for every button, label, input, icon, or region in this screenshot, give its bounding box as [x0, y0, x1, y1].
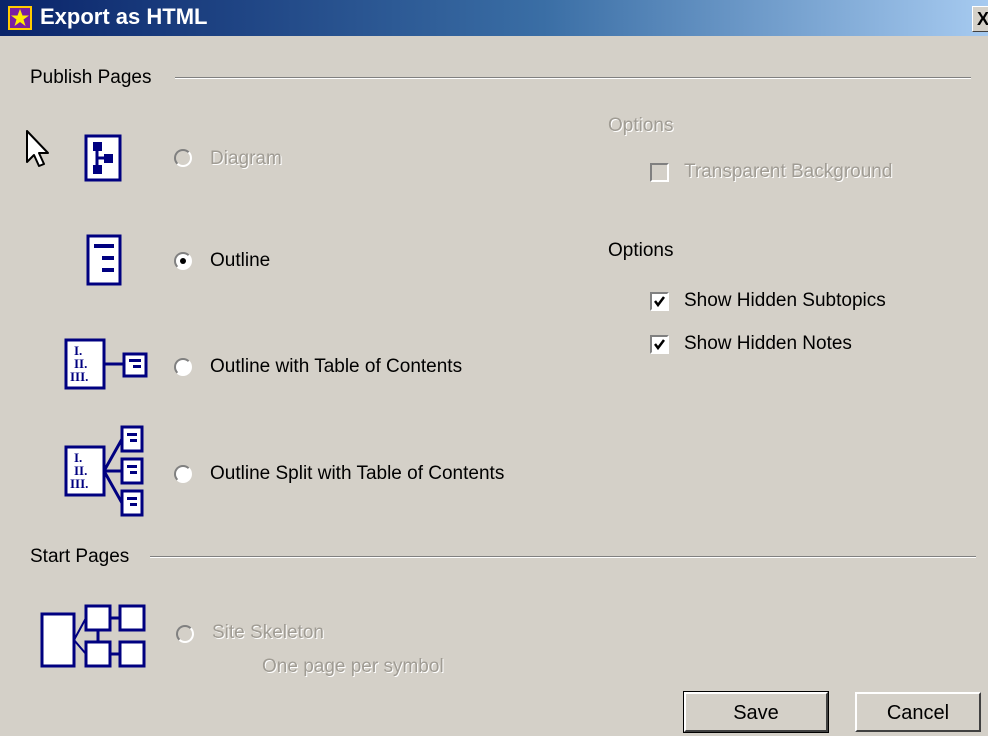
transparent-background-checkbox[interactable]: [650, 163, 669, 182]
site-skeleton-label: Site Skeleton: [212, 622, 324, 643]
diagram-page-icon: [84, 134, 122, 188]
publish-pages-separator: [175, 77, 971, 79]
start-pages-heading: Start Pages: [30, 546, 130, 567]
start-pages-separator: [150, 556, 976, 558]
title-bar[interactable]: Export as HTML X: [0, 0, 988, 36]
show-hidden-subtopics-label: Show Hidden Subtopics: [684, 290, 886, 311]
outline-toc-icon: I. II. III.: [64, 338, 152, 396]
diagram-radio[interactable]: [174, 149, 192, 167]
svg-text:III.: III.: [70, 369, 88, 384]
outline-split-toc-radio[interactable]: [174, 465, 192, 483]
diagram-options-heading: Options: [608, 115, 674, 136]
show-hidden-notes-checkbox[interactable]: [650, 335, 669, 354]
show-hidden-notes-label: Show Hidden Notes: [684, 333, 852, 354]
svg-text:III.: III.: [70, 476, 88, 491]
outline-split-toc-icon: I. II. III.: [64, 425, 152, 525]
diagram-label: Diagram: [210, 148, 282, 169]
publish-pages-heading: Publish Pages: [30, 67, 152, 88]
transparent-background-label: Transparent Background: [684, 161, 893, 182]
outline-toc-radio[interactable]: [174, 358, 192, 376]
mouse-cursor-icon: [26, 130, 50, 174]
outline-radio[interactable]: [174, 252, 192, 270]
outline-toc-label: Outline with Table of Contents: [210, 356, 463, 377]
site-skeleton-radio[interactable]: [176, 625, 194, 643]
site-skeleton-icon: [40, 602, 150, 676]
save-button[interactable]: Save: [683, 691, 829, 733]
cancel-button[interactable]: Cancel: [855, 692, 981, 732]
checkmark-icon: [654, 339, 665, 351]
app-icon: [8, 6, 32, 30]
outline-options-heading: Options: [608, 240, 674, 261]
site-skeleton-description: One page per symbol: [262, 656, 444, 677]
outline-page-icon: [86, 234, 122, 292]
outline-label: Outline: [210, 250, 271, 271]
checkmark-icon: [654, 296, 665, 308]
close-button[interactable]: X: [972, 6, 988, 32]
close-icon: X: [976, 9, 988, 29]
outline-split-toc-label: Outline Split with Table of Contents: [210, 463, 505, 484]
window-title: Export as HTML: [40, 4, 208, 29]
show-hidden-subtopics-checkbox[interactable]: [650, 292, 669, 311]
